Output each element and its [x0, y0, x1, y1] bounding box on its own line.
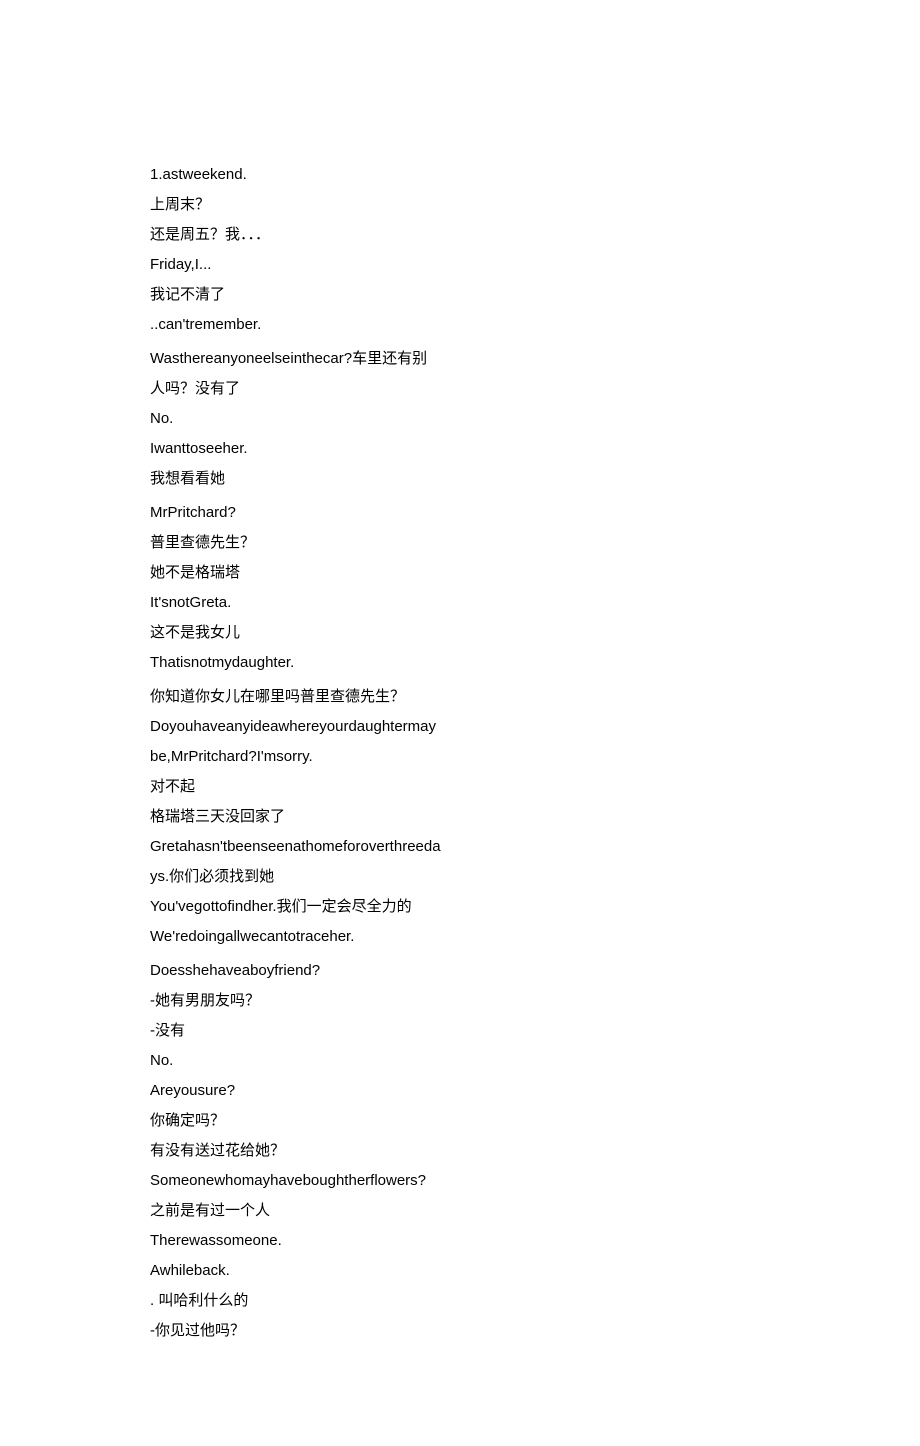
text-line: MrPritchard?	[150, 498, 770, 528]
text-line: 你确定吗？	[150, 1106, 770, 1136]
text-line: -她有男朋友吗？	[150, 986, 770, 1016]
text-line: ys.你们必须找到她	[150, 862, 770, 892]
text-line: 上周末？	[150, 190, 770, 220]
text-line: You'vegottofindher.我们一定会尽全力的	[150, 892, 770, 922]
text-line: 1.astweekend.	[150, 160, 770, 190]
text-line: -你见过他吗？	[150, 1316, 770, 1346]
text-line: It'snotGreta.	[150, 588, 770, 618]
text-line: 这不是我女儿	[150, 618, 770, 648]
text-line: be,MrPritchard?I'msorry.	[150, 742, 770, 772]
text-content: 1.astweekend.上周末？还是周五？我．．．Friday,I...我记不…	[150, 160, 770, 1346]
text-line: 还是周五？我．．．	[150, 220, 770, 250]
text-line: Iwanttoseeher.	[150, 434, 770, 464]
document-page: 1.astweekend.上周末？还是周五？我．．．Friday,I...我记不…	[0, 0, 920, 1446]
text-line: 她不是格瑞塔	[150, 558, 770, 588]
text-line: 你知道你女儿在哪里吗普里查德先生？	[150, 682, 770, 712]
text-line: Therewassomeone.	[150, 1226, 770, 1256]
text-line: 普里查德先生？	[150, 528, 770, 558]
text-line: 有没有送过花给她？	[150, 1136, 770, 1166]
text-line: Thatisnotmydaughter.	[150, 648, 770, 678]
text-line: Gretahasn'tbeenseenathomeforoverthreeda	[150, 832, 770, 862]
text-line: Awhileback.	[150, 1256, 770, 1286]
text-line: . 叫哈利什么的	[150, 1286, 770, 1316]
text-line: 对不起	[150, 772, 770, 802]
text-line: Areyousure?	[150, 1076, 770, 1106]
text-line: No.	[150, 404, 770, 434]
text-line: We'redoingallwecantotraceher.	[150, 922, 770, 952]
text-line: 我记不清了	[150, 280, 770, 310]
text-line: -没有	[150, 1016, 770, 1046]
text-line: No.	[150, 1046, 770, 1076]
text-line: Doesshehaveaboyfriend?	[150, 956, 770, 986]
text-line: 格瑞塔三天没回家了	[150, 802, 770, 832]
text-line: Doyouhaveanyideawhereyourdaughtermay	[150, 712, 770, 742]
text-line: 之前是有过一个人	[150, 1196, 770, 1226]
text-line: Friday,I...	[150, 250, 770, 280]
text-line: 人吗？没有了	[150, 374, 770, 404]
text-line: ..can'tremember.	[150, 310, 770, 340]
text-line: Someonewhomayhaveboughtherflowers?	[150, 1166, 770, 1196]
text-line: 我想看看她	[150, 464, 770, 494]
text-line: Wasthereanyoneelseinthecar?车里还有别	[150, 344, 770, 374]
